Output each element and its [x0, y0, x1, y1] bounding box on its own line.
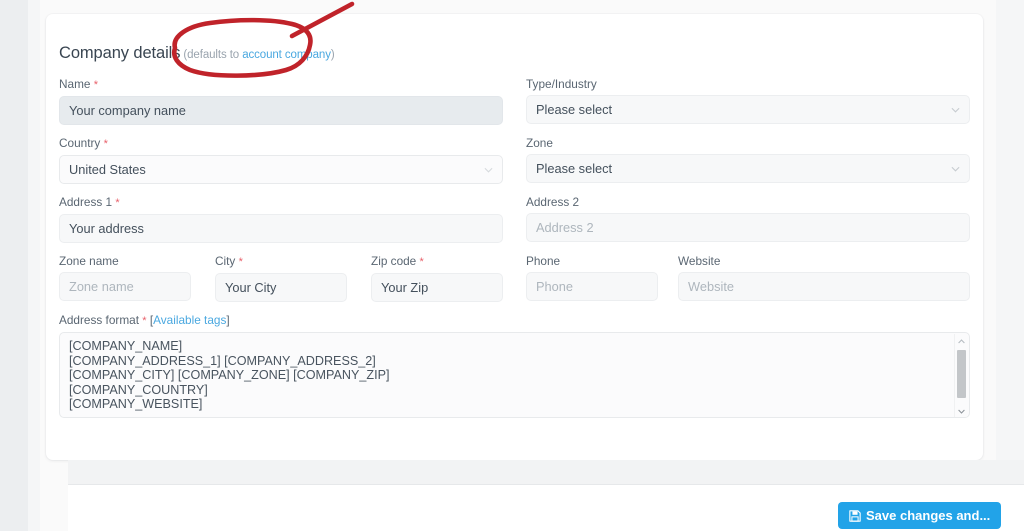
name-input[interactable]: Your company name [59, 96, 503, 125]
company-details-card: Company details (defaults to account comp… [46, 14, 983, 460]
form-col-left-3: Address 1 * Your address [59, 195, 526, 254]
field-city: City * Your City [215, 254, 347, 302]
label-website: Website [678, 254, 721, 268]
required-asterisk: * [103, 138, 108, 150]
card-title-text: Company details [59, 44, 181, 62]
label-zip-code: Zip code * [371, 254, 503, 269]
textarea-scrollbar[interactable] [954, 334, 968, 417]
scroll-down-icon[interactable] [955, 405, 968, 417]
contact-group: Phone Phone Website Website [526, 254, 970, 312]
address-format-value: [COMPANY_NAME] [COMPANY_ADDRESS_1] [COMP… [69, 339, 390, 412]
bracket-close: ] [226, 313, 230, 327]
phone-input[interactable]: Phone [526, 272, 658, 301]
form-col-left-1: Name * Your company name [59, 77, 526, 136]
required-asterisk: * [115, 197, 120, 209]
label-address1: Address 1 * [59, 195, 526, 210]
form-col-right-3: Address 2 Address 2 [526, 195, 970, 254]
card-title-note-suffix: ) [330, 49, 335, 61]
address1-input[interactable]: Your address [59, 214, 503, 243]
field-zone: Zone Please select [526, 136, 970, 183]
country-select[interactable]: United States [59, 155, 503, 184]
form-row-2: Country * United States Zone Please sele… [59, 136, 970, 195]
zip-code-input[interactable]: Your Zip [371, 273, 503, 302]
required-asterisk: * [142, 315, 147, 327]
card-title-note: (defaults to account company) [183, 49, 334, 61]
label-name: Name * [59, 77, 526, 92]
form-col-left-2: Country * United States [59, 136, 526, 195]
form-col-right-4: Phone Phone Website Website [526, 254, 970, 313]
scroll-up-icon[interactable] [955, 335, 968, 347]
account-company-link[interactable]: account company [242, 49, 331, 61]
address-format-textarea[interactable]: [COMPANY_NAME] [COMPANY_ADDRESS_1] [COMP… [59, 332, 970, 418]
company-details-form: Name * Your company name Type/Industry P… [59, 77, 970, 429]
label-country-text: Country [59, 136, 101, 150]
label-city: City * [215, 254, 347, 269]
zone-value: Please select [536, 161, 613, 176]
screen: Company details (defaults to account comp… [0, 0, 1024, 531]
label-address-format: Address format * [Available tags] [59, 313, 970, 328]
field-type-industry: Type/Industry Please select [526, 77, 970, 124]
form-row-4: Zone name Zone name City * Your City Zip… [59, 254, 970, 313]
form-col-right-1: Type/Industry Please select [526, 77, 970, 136]
scrollbar-thumb[interactable] [957, 350, 966, 398]
card-title-note-prefix: (defaults to [183, 49, 243, 61]
city-input[interactable]: Your City [215, 273, 347, 302]
website-input[interactable]: Website [678, 272, 970, 301]
chevron-down-icon [484, 165, 493, 174]
floppy-disk-icon [849, 509, 861, 522]
field-address2: Address 2 Address 2 [526, 195, 970, 242]
required-asterisk: * [238, 256, 243, 268]
footer-band [68, 460, 1024, 484]
chevron-down-icon [951, 105, 960, 114]
required-asterisk: * [419, 256, 424, 268]
label-phone: Phone [526, 254, 561, 268]
label-name-text: Name [59, 77, 91, 91]
field-name: Name * Your company name [59, 77, 526, 125]
label-type-industry: Type/Industry [526, 77, 597, 91]
field-zone-name: Zone name Zone name [59, 254, 191, 302]
form-col-right-2: Zone Please select [526, 136, 970, 195]
zone-name-input[interactable]: Zone name [59, 272, 191, 301]
field-address-format: Address format * [Available tags] [COMPA… [59, 313, 970, 418]
address-detail-group: Zone name Zone name City * Your City Zip… [59, 254, 526, 313]
form-col-left-4: Zone name Zone name City * Your City Zip… [59, 254, 526, 313]
type-industry-select[interactable]: Please select [526, 95, 970, 124]
save-changes-label: Save changes and... [866, 508, 991, 523]
label-address-format-text: Address format [59, 313, 139, 327]
form-row-1: Name * Your company name Type/Industry P… [59, 77, 970, 136]
country-value: United States [69, 162, 146, 177]
chevron-down-icon [951, 164, 960, 173]
label-zip-code-text: Zip code [371, 254, 417, 268]
field-website: Website Website [678, 254, 970, 301]
available-tags-link[interactable]: Available tags [153, 313, 226, 327]
type-industry-value: Please select [536, 102, 613, 117]
save-changes-button[interactable]: Save changes and... [838, 502, 1002, 529]
field-country: Country * United States [59, 136, 526, 184]
zone-select[interactable]: Please select [526, 154, 970, 183]
label-zone: Zone [526, 136, 553, 150]
form-row-3: Address 1 * Your address Address 2 Addre… [59, 195, 970, 254]
page-title: Company details (defaults to account comp… [59, 44, 335, 63]
label-address1-text: Address 1 [59, 195, 113, 209]
label-address2: Address 2 [526, 195, 580, 209]
field-zip-code: Zip code * Your Zip [371, 254, 503, 302]
field-address1: Address 1 * Your address [59, 195, 526, 243]
field-phone: Phone Phone [526, 254, 658, 301]
label-country: Country * [59, 136, 526, 151]
label-city-text: City [215, 254, 236, 268]
label-zone-name: Zone name [59, 254, 119, 268]
address2-input[interactable]: Address 2 [526, 213, 970, 242]
required-asterisk: * [93, 79, 99, 91]
